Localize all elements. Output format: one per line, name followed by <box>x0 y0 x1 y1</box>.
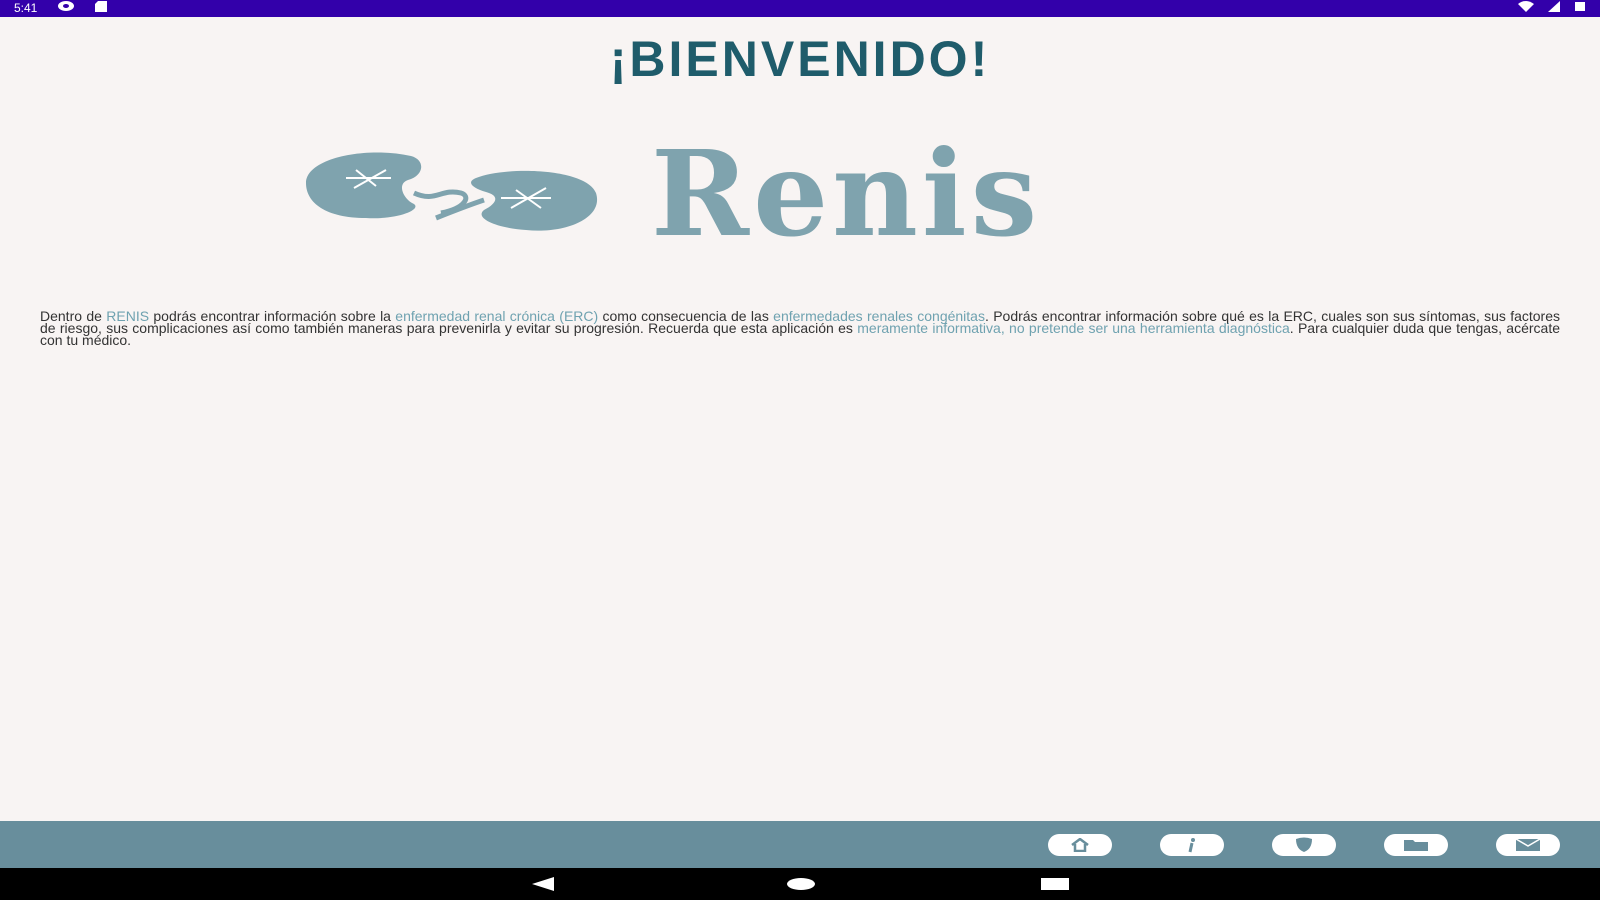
page-title: ¡BIENVENIDO! <box>609 31 991 87</box>
status-bar: 5:41 <box>0 0 1600 17</box>
renis-logo: Renis <box>296 124 1256 263</box>
status-right <box>1518 0 1586 17</box>
recents-icon[interactable] <box>1040 876 1070 892</box>
intro-paragraph: Dentro de RENIS podrás encontrar informa… <box>40 309 1560 347</box>
home-circle-icon[interactable] <box>786 876 816 892</box>
shield-button[interactable] <box>1272 834 1336 856</box>
mail-button[interactable] <box>1496 834 1560 856</box>
mail-icon <box>1515 838 1541 851</box>
back-icon[interactable] <box>530 876 556 892</box>
status-time: 5:41 <box>14 1 38 15</box>
logo-text: Renis <box>651 124 1042 263</box>
sd-card-icon <box>95 0 108 17</box>
wifi-icon <box>1518 0 1534 17</box>
signal-icon <box>1548 0 1560 17</box>
system-nav-bar <box>0 868 1600 900</box>
info-icon <box>1188 838 1195 853</box>
kidneys-logo-icon <box>306 152 598 231</box>
status-left: 5:41 <box>14 0 108 17</box>
battery-icon <box>1574 0 1586 17</box>
sync-icon <box>57 0 75 17</box>
folder-icon <box>1404 840 1428 851</box>
home-button[interactable] <box>1048 834 1112 856</box>
home-icon <box>1071 838 1089 852</box>
folder-button[interactable] <box>1384 834 1448 856</box>
intro-highlight: meramente informativa, no pretende ser u… <box>857 320 1290 336</box>
shield-icon <box>1296 837 1312 852</box>
bottom-nav-bar <box>0 821 1600 868</box>
info-button[interactable] <box>1160 834 1224 856</box>
